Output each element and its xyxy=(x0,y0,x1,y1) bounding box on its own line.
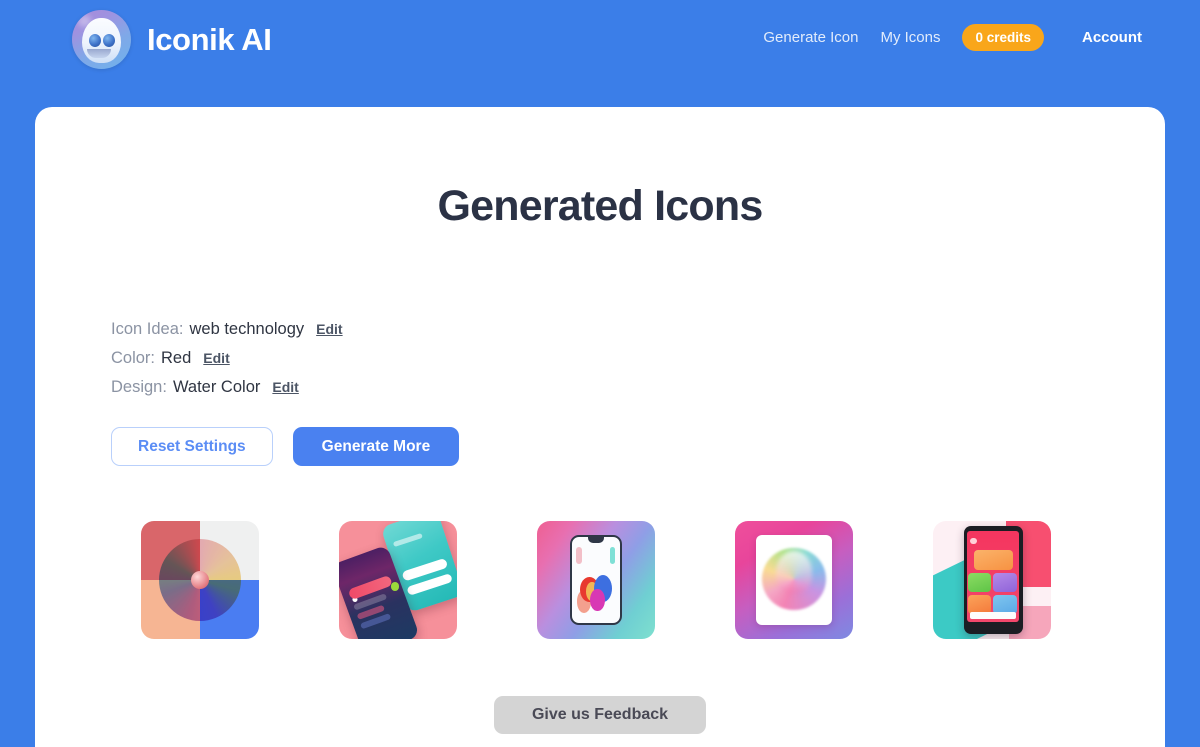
setting-value-design: Water Color xyxy=(172,378,261,396)
phone-side-bar-right xyxy=(609,546,616,564)
setting-row-icon-idea: Icon Idea: web technology Edit xyxy=(111,315,1165,344)
reset-settings-button[interactable]: Reset Settings xyxy=(111,427,273,466)
credits-badge[interactable]: 0 credits xyxy=(962,23,1044,51)
setting-row-color: Color: Red Edit xyxy=(111,344,1165,373)
generated-icons-grid xyxy=(141,521,1165,639)
icon-result-3[interactable] xyxy=(537,521,655,639)
green-status-dot xyxy=(390,582,400,591)
give-us-feedback-button[interactable]: Give us Feedback xyxy=(493,696,707,734)
paint-blob-pink xyxy=(590,588,605,611)
phone-outline-icon xyxy=(570,535,622,625)
page-title: Generated Icons xyxy=(437,182,764,230)
app-tile-purple xyxy=(993,573,1018,593)
avatar-highlight xyxy=(77,14,91,27)
content-card: Generated Icons Icon Idea: web technolog… xyxy=(35,107,1165,747)
setting-label-color: Color: xyxy=(111,349,156,367)
brand-logo[interactable]: Iconik AI xyxy=(72,10,272,69)
edit-design-link[interactable]: Edit xyxy=(272,373,298,402)
action-buttons: Reset Settings Generate More xyxy=(111,427,1165,466)
nav-my-icons[interactable]: My Icons xyxy=(880,29,940,46)
app-tile-orange-large xyxy=(974,550,1013,571)
site-header: Iconik AI Generate Icon My Icons 0 credi… xyxy=(0,0,1200,107)
setting-label-icon-idea: Icon Idea: xyxy=(111,320,184,338)
phone-device-icon xyxy=(963,525,1023,635)
app-tile-green xyxy=(968,573,992,593)
phone-screen xyxy=(967,531,1020,623)
phone-side-bar-left xyxy=(576,546,582,564)
main-navigation: Generate Icon My Icons 0 credits Account xyxy=(763,23,1164,51)
setting-label-design: Design: xyxy=(111,378,167,396)
nav-generate-icon[interactable]: Generate Icon xyxy=(763,29,858,46)
nav-account[interactable]: Account xyxy=(1082,29,1142,46)
settings-summary: Icon Idea: web technology Edit Color: Re… xyxy=(111,315,1165,402)
watercolor-sheen xyxy=(775,551,813,593)
setting-value-icon-idea: web technology xyxy=(189,320,305,338)
white-frame xyxy=(756,535,832,625)
feedback-section: Give us Feedback xyxy=(35,696,1165,734)
teal-phone-header xyxy=(393,533,423,548)
avatar-eye-left xyxy=(88,33,101,47)
app-avatar xyxy=(970,537,977,544)
icon-result-2[interactable] xyxy=(339,521,457,639)
setting-value-color: Red xyxy=(161,349,192,367)
avatar-eye-right xyxy=(103,33,116,47)
edit-icon-idea-link[interactable]: Edit xyxy=(316,315,342,344)
edit-color-link[interactable]: Edit xyxy=(203,344,229,373)
icon-result-5[interactable] xyxy=(933,521,1051,639)
app-bottom-nav xyxy=(970,611,1016,620)
robot-avatar-icon xyxy=(72,10,131,69)
generate-more-button[interactable]: Generate More xyxy=(292,427,460,466)
icon-result-1[interactable] xyxy=(141,521,259,639)
brand-name: Iconik AI xyxy=(147,21,272,57)
icon-result-4[interactable] xyxy=(735,521,853,639)
phone-notch xyxy=(587,537,605,544)
setting-row-design: Design: Water Color Edit xyxy=(111,373,1165,402)
